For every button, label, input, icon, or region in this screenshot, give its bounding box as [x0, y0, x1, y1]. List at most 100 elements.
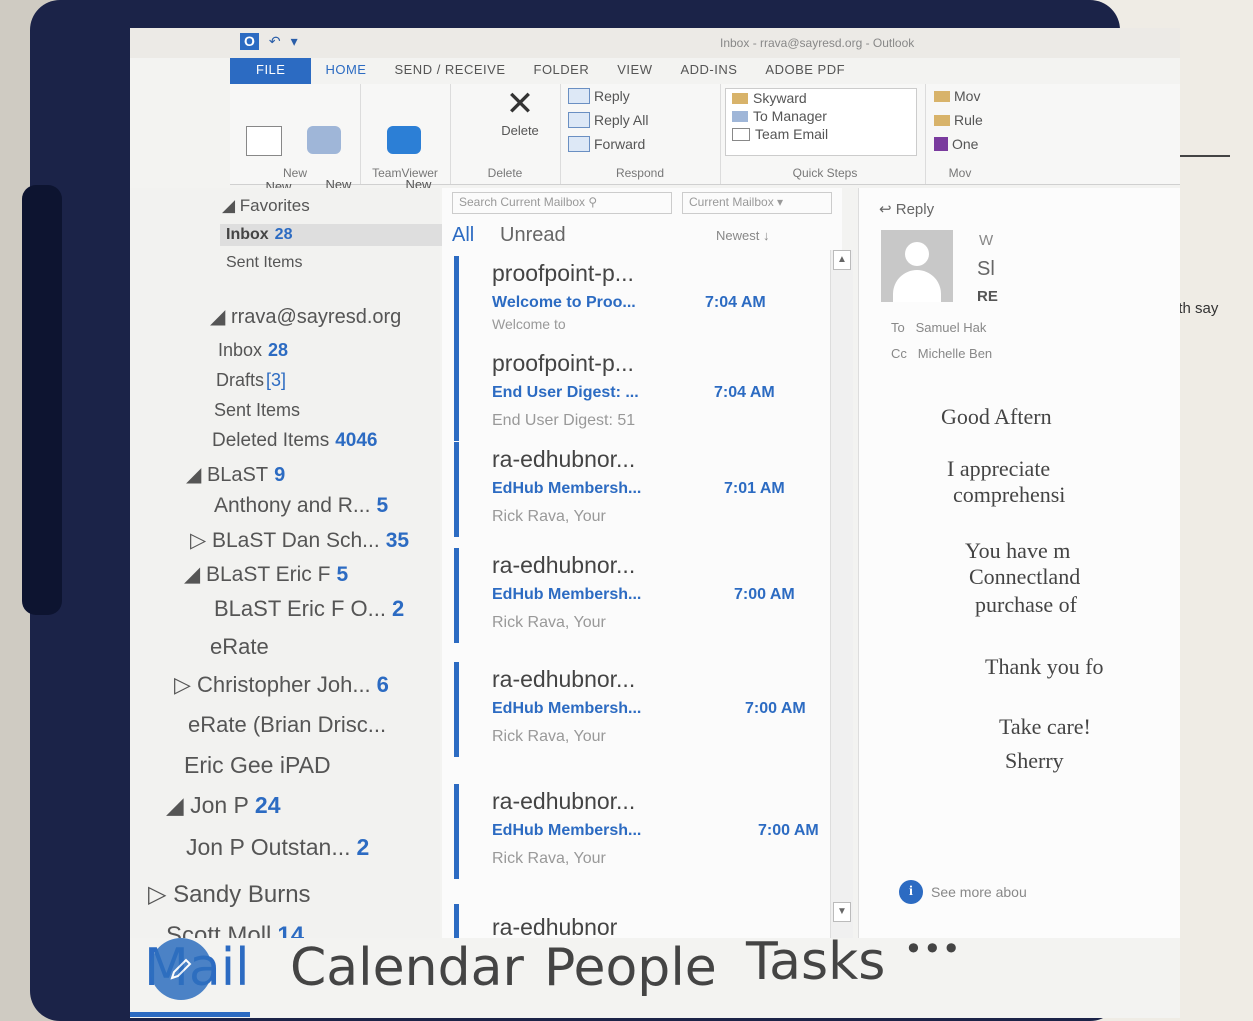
folder-inbox[interactable]: Inbox 28: [218, 340, 288, 361]
search-input[interactable]: Search Current Mailbox ⚲: [452, 192, 672, 214]
folder-deleted-items[interactable]: Deleted Items 4046: [212, 430, 378, 452]
tab-send-receive[interactable]: SEND / RECEIVE: [380, 58, 519, 84]
filter-all[interactable]: All: [452, 224, 474, 246]
see-more-link[interactable]: i See more abou: [899, 880, 1027, 904]
folder-pane: ◢ Favorites Inbox 28 Sent Items ◢ rrava@s…: [130, 188, 452, 949]
favorites-header[interactable]: ◢ Favorites: [222, 196, 310, 216]
to-row: To Samuel Hak: [891, 320, 986, 335]
tab-add-ins[interactable]: ADD-INS: [666, 58, 751, 84]
folder-sandy-burns[interactable]: ▷ Sandy Burns: [148, 880, 311, 909]
message-sender: ra-edhubnor...: [492, 788, 636, 814]
tab-adobe-pdf[interactable]: ADOBE PDF: [751, 58, 859, 84]
window-title: Inbox - rrava@sayresd.org - Outlook: [720, 36, 915, 50]
nav-tasks[interactable]: Tasks: [746, 932, 885, 992]
message-sender: ra-edhubnor...: [492, 446, 636, 472]
compose-button[interactable]: [150, 938, 212, 1000]
case-clip-left: [22, 185, 62, 615]
filter-unread[interactable]: Unread: [500, 224, 566, 247]
nav-more-icon[interactable]: •••: [904, 930, 961, 968]
message-item[interactable]: ra-edhubnor... EdHub Membersh... 7:01 AM…: [454, 442, 822, 552]
rules-icon: [934, 114, 950, 126]
folder-erate[interactable]: eRate: [210, 634, 269, 660]
folder-blast-dan[interactable]: ▷ BLaST Dan Sch... 35: [190, 528, 409, 553]
folder-drafts[interactable]: Drafts [3]: [216, 370, 286, 391]
tab-folder[interactable]: FOLDER: [520, 58, 604, 84]
folder-jon-p-outstanding[interactable]: Jon P Outstan... 2: [186, 834, 369, 861]
nav-people[interactable]: People: [544, 938, 717, 998]
forward-button[interactable]: Forward: [568, 136, 645, 152]
tab-home[interactable]: HOME: [311, 58, 380, 84]
unread-count: 35: [385, 529, 410, 552]
reply-button[interactable]: Reply: [568, 88, 630, 104]
message-item[interactable]: proofpoint-p... End User Digest: ... 7:0…: [454, 346, 822, 456]
quick-step-label: Team Email: [755, 126, 829, 142]
onenote-label: One: [952, 136, 979, 152]
quick-steps-gallery: Skyward To Manager Team Email: [725, 88, 917, 156]
folder-erate-brian[interactable]: eRate (Brian Drisc...: [188, 712, 386, 738]
message-item[interactable]: ra-edhubnor... EdHub Membersh... 7:00 AM…: [454, 784, 822, 894]
folder-eric-gee-ipad[interactable]: Eric Gee iPAD: [184, 752, 331, 779]
reply-icon: ↩: [879, 201, 892, 218]
sort-newest[interactable]: Newest ↓: [716, 228, 769, 243]
message-sender: proofpoint-p...: [492, 260, 634, 286]
message-sender: ra-edhubnor...: [492, 552, 636, 578]
group-teamviewer-label: TeamViewer: [372, 166, 438, 180]
folder-christopher[interactable]: ▷ Christopher Joh... 6: [174, 672, 389, 698]
folder-icon: [732, 92, 748, 104]
unread-count: 6: [376, 672, 389, 697]
group-quick-steps: Skyward To Manager Team Email Quick Step…: [725, 84, 926, 184]
unread-count: 4046: [335, 430, 378, 451]
undo-icon[interactable]: ↶: [269, 33, 281, 50]
folder-label: Inbox: [218, 340, 263, 360]
message-item[interactable]: ra-edhubnor... EdHub Membersh... 7:00 AM…: [454, 662, 822, 772]
reading-reply-button[interactable]: ↩ Reply: [879, 200, 934, 218]
folder-blast-eric-f[interactable]: ◢ BLaST Eric F5: [184, 562, 348, 587]
nav-calendar[interactable]: Calendar: [290, 938, 524, 998]
folder-sent-items[interactable]: Sent Items: [214, 400, 300, 421]
bottom-navigation: Mail Calendar People Tasks •••: [130, 930, 1180, 1018]
reply-all-label: Reply All: [594, 112, 649, 128]
scroll-down-icon[interactable]: ▼: [833, 902, 851, 922]
favorites-label: Favorites: [239, 196, 310, 215]
tab-file[interactable]: FILE: [230, 58, 312, 84]
folder-label: Jon P Outstan...: [186, 834, 351, 860]
group-new-label: New: [282, 166, 307, 180]
message-sender: ra-edhubnor: [492, 914, 618, 940]
to-value[interactable]: Samuel Hak: [916, 320, 987, 335]
reading-pane: ↩ Reply W Sl RE To Samuel Hak Cc Michell…: [858, 188, 1180, 948]
quick-step-skyward[interactable]: Skyward: [726, 89, 916, 107]
group-move: Mov Rule One Mov: [930, 84, 990, 184]
tab-view[interactable]: VIEW: [603, 58, 666, 84]
folder-label: ◢ Jon P: [166, 792, 249, 818]
delete-x-icon: ✕: [505, 85, 535, 123]
message-list-scrollbar[interactable]: ▲ ▼: [830, 250, 853, 940]
delete-button[interactable]: ✕ Delete: [490, 85, 550, 140]
folder-blast-eric-f-o[interactable]: BLaST Eric F O... 2: [214, 596, 404, 622]
quick-step-to-manager[interactable]: To Manager: [726, 107, 916, 125]
favorite-sent-items[interactable]: Sent Items: [226, 254, 302, 272]
outlook-icon[interactable]: O: [240, 33, 259, 50]
search-scope-dropdown[interactable]: Current Mailbox ▾: [682, 192, 832, 214]
move-button[interactable]: Mov: [934, 88, 980, 104]
folder-label: Anthony and R...: [214, 494, 371, 517]
scope-label: Current Mailbox: [689, 195, 774, 209]
scroll-up-icon[interactable]: ▲: [833, 250, 851, 270]
reply-all-button[interactable]: Reply All: [568, 112, 648, 128]
rules-button[interactable]: Rule: [934, 112, 983, 128]
folder-anthony[interactable]: Anthony and R... 5: [214, 494, 388, 518]
body-line: Take care!: [999, 714, 1091, 739]
onenote-button[interactable]: One: [934, 136, 978, 152]
customize-icon[interactable]: ▾: [291, 33, 298, 50]
folder-label: Drafts: [216, 370, 265, 390]
quick-step-team-email[interactable]: Team Email: [726, 125, 916, 143]
group-respond-label: Respond: [615, 166, 665, 180]
delete-label: Delete: [501, 123, 539, 138]
cc-value[interactable]: Michelle Ben: [918, 346, 992, 361]
favorite-inbox[interactable]: Inbox 28: [220, 224, 452, 246]
folder-blast[interactable]: ◢ BLaST 9: [186, 462, 285, 487]
message-item[interactable]: ra-edhubnor... EdHub Membersh... 7:00 AM…: [454, 548, 822, 658]
account-header[interactable]: ◢ rrava@sayresd.org: [210, 304, 401, 329]
search-placeholder: Search Current Mailbox: [459, 195, 586, 209]
folder-jon-p[interactable]: ◢ Jon P 24: [166, 792, 281, 819]
unread-count: 28: [268, 340, 289, 360]
